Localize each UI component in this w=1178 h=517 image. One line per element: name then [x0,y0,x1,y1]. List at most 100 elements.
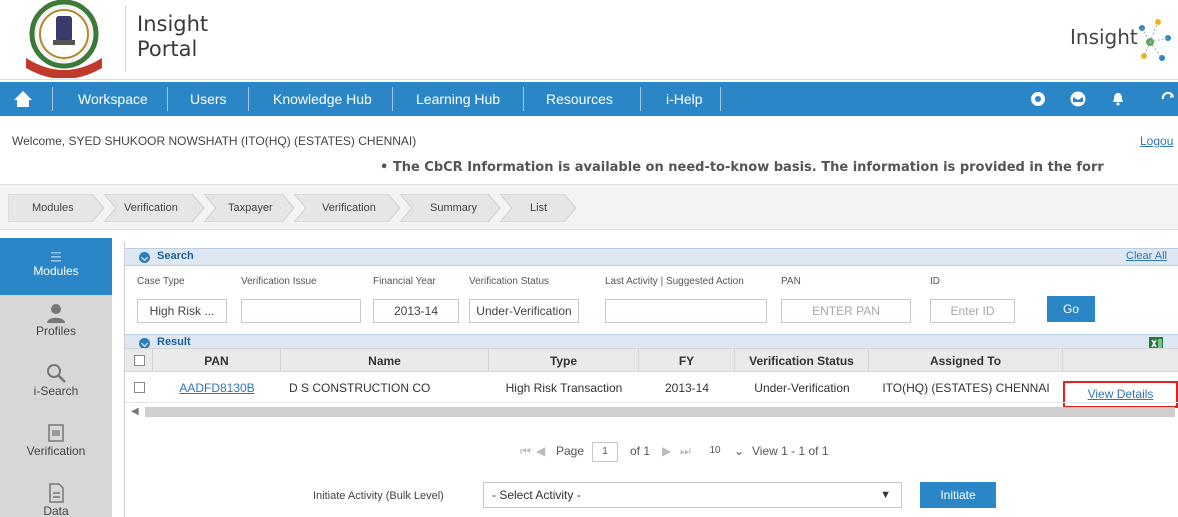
bulk-activity-label: Initiate Activity (Bulk Level) [313,490,444,502]
last-page-icon[interactable]: ⏭ [680,444,691,459]
verification-status-label: Verification Status [469,276,550,287]
nav-knowledge-hub[interactable]: Knowledge Hub [273,82,372,116]
page-size-select[interactable]: 10 [702,442,728,462]
portal-title-line2: Portal [137,37,198,61]
pan-link[interactable]: AADFD8130B [179,381,254,395]
search-icon [47,364,66,383]
row-select-cell [125,376,153,400]
initiate-button[interactable]: Initiate [920,482,996,508]
cell-pan: AADFD8130B [153,376,281,400]
view-range-text: View 1 - 1 of 1 [752,444,829,458]
row-checkbox[interactable] [134,382,145,393]
go-button[interactable]: Go [1047,296,1095,322]
nav-separator [640,87,641,111]
main-panel: Search Clear All Case Type Verification … [124,242,1178,517]
pan-label: PAN [781,276,801,287]
cell-type: High Risk Transaction [505,381,623,395]
nav-learning-hub[interactable]: Learning Hub [416,82,500,116]
nav-resources[interactable]: Resources [546,82,613,116]
sidebar-item-data[interactable]: Data [0,480,112,517]
sidebar-item-i-search[interactable]: i-Search [0,360,112,412]
cell-status: Under-Verification [754,381,850,395]
column-header-fy[interactable]: FY [639,349,735,371]
sidebar-item-verification[interactable]: Verification [0,420,112,472]
nav-workspace[interactable]: Workspace [78,82,148,116]
select-all-cell [125,349,153,371]
sidebar-item-label: Modules [33,264,79,278]
collapse-icon[interactable] [139,252,150,263]
chevron-down-icon[interactable]: ⌄ [734,444,744,458]
search-section-header[interactable]: Search Clear All [125,248,1178,266]
cell-fy: 2013-14 [664,381,710,395]
document-icon [49,483,64,503]
breadcrumb-label: Taxpayer [228,202,273,214]
scrollbar-thumb[interactable] [145,407,1175,417]
column-header-name[interactable]: Name [281,349,489,371]
page-label: Page [556,444,585,458]
select-all-checkbox[interactable] [134,355,145,366]
financial-year-select[interactable]: 2013-14 [373,299,459,323]
income-tax-emblem-logo [26,0,102,78]
app-header: Insight Portal Insight [0,0,1178,80]
nav-separator [248,87,249,111]
nav-i-help[interactable]: i-Help [666,82,703,116]
chevron-down-icon: ▼ [880,489,891,501]
portal-title-line1: Insight [137,12,209,36]
case-type-select[interactable]: High Risk ... [137,299,227,323]
sidebar-item-label: Verification [26,444,86,458]
horizontal-scrollbar[interactable]: ◀ [125,402,1178,420]
nav-separator [392,87,393,111]
column-header-verification-status[interactable]: Verification Status [735,349,869,371]
column-header-assigned-to[interactable]: Assigned To [869,349,1063,371]
verification-status-select[interactable]: Under-Verification [469,299,579,323]
settings-icon[interactable] [1030,91,1046,107]
last-activity-select[interactable] [605,299,767,323]
prev-page-icon[interactable]: ◀ [536,444,545,458]
main-nav-bar: Workspace Users Knowledge Hub Learning H… [0,82,1178,116]
sidebar-item-label: i-Search [33,384,79,398]
bell-icon[interactable] [1110,91,1126,107]
financial-year-label: Financial Year [373,276,436,287]
table-row: AADFD8130B D S CONSTRUCTION CO High Risk… [125,376,1178,400]
last-activity-label: Last Activity | Suggested Action [605,276,744,287]
home-icon[interactable] [12,89,34,109]
breadcrumb-label: List [530,202,548,214]
verification-issue-label: Verification Issue [241,276,317,287]
id-input[interactable]: Enter ID [930,299,1015,323]
column-header-action [1063,349,1178,371]
logout-link[interactable]: Logou [1140,134,1173,148]
nav-separator [167,87,168,111]
person-icon [47,304,65,323]
verification-issue-select[interactable] [241,299,361,323]
mail-icon[interactable] [1070,91,1086,107]
case-type-label: Case Type [137,276,185,287]
pan-input[interactable]: ENTER PAN [781,299,911,323]
breadcrumb-label: Verification [322,202,376,214]
refresh-icon[interactable] [1160,91,1176,107]
brand-word: Insight [1070,25,1138,49]
portal-title: Insight Portal [137,12,208,62]
info-ticker: • The CbCR Information is available on n… [380,160,1104,175]
page-count-text: of 1 [630,444,651,458]
menu-icon [51,252,61,262]
insight-network-logo-icon [1139,19,1171,61]
column-header-type[interactable]: Type [489,349,639,371]
page-number-input[interactable]: 1 [592,442,618,462]
sidebar-item-profiles[interactable]: Profiles [0,300,112,352]
verification-icon [48,424,64,442]
column-header-pan[interactable]: PAN [153,349,281,371]
sidebar-item-modules[interactable]: Modules [0,238,112,295]
next-page-icon[interactable]: ▶ [662,444,671,458]
nav-users[interactable]: Users [190,82,227,116]
first-page-icon[interactable]: ⏮ [520,444,531,459]
result-table-header: PAN Name Type FY Verification Status Ass… [125,348,1178,372]
sidebar-item-label: Data [43,504,69,517]
clear-all-link[interactable]: Clear All [1126,250,1167,262]
breadcrumb-label: Modules [32,202,74,214]
welcome-text: Welcome, SYED SHUKOOR NOWSHATH (ITO(HQ) … [12,134,417,148]
search-section-title: Search [157,250,194,262]
sidebar: Modules Profiles i-Search Verification D… [0,238,112,517]
bulk-activity-select[interactable]: - Select Activity - ▼ [483,482,902,508]
result-section-title: Result [157,336,191,348]
scroll-left-icon[interactable]: ◀ [131,406,139,417]
